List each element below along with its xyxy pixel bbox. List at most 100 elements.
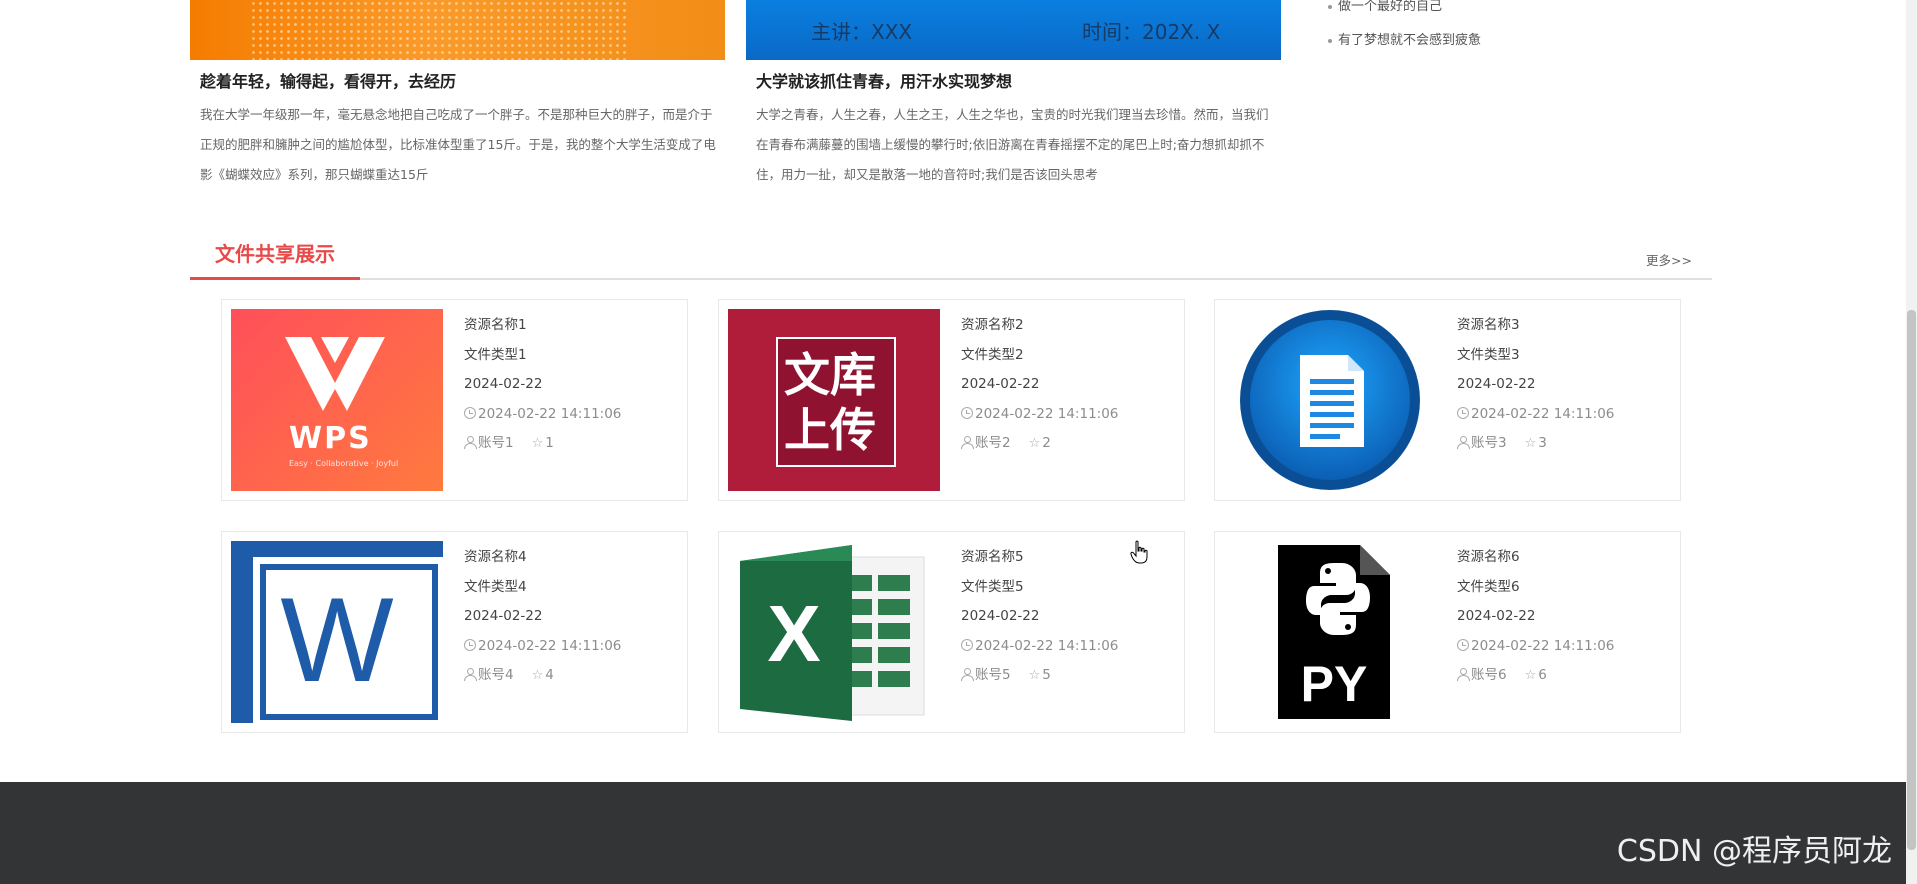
file-name[interactable]: 资源名称5	[961, 547, 1118, 577]
file-info: 资源名称2 文件类型2 2024-02-22 2024-02-22 14:11:…	[961, 315, 1118, 463]
clock-icon	[1457, 638, 1469, 651]
file-timestamp: 2024-02-22 14:11:06	[478, 405, 622, 422]
file-timestamp: 2024-02-22 14:11:06	[975, 637, 1119, 654]
banner-time: 时间：202X. X	[1082, 20, 1221, 44]
wps-tagline: Easy · Collaborative · Joyful	[289, 459, 399, 468]
clock-icon	[961, 638, 973, 651]
scrollbar-track[interactable]	[1906, 0, 1917, 884]
file-timestamp: 2024-02-22 14:11:06	[478, 637, 622, 654]
python-label: PY	[1301, 656, 1368, 712]
clock-icon	[961, 406, 973, 419]
hand-cursor-icon	[1130, 540, 1148, 564]
section-header: 文件共享展示 更多>>	[190, 232, 1712, 280]
file-type: 文件类型2	[961, 346, 1024, 363]
scrollbar-thumb[interactable]	[1907, 310, 1916, 850]
clock-icon	[1457, 406, 1469, 419]
star-icon[interactable]: ☆	[532, 434, 544, 454]
user-icon	[961, 436, 974, 449]
file-info: 资源名称3 文件类型3 2024-02-22 2024-02-22 14:11:…	[1457, 315, 1614, 463]
excel-letter: X	[767, 589, 820, 678]
file-name[interactable]: 资源名称6	[1457, 547, 1614, 577]
file-account: 账号1	[478, 435, 514, 451]
file-account: 账号6	[1471, 667, 1507, 683]
wenku-line1: 文库	[784, 348, 876, 402]
word-icon[interactable]: W	[231, 541, 443, 723]
star-icon[interactable]: ☆	[1525, 434, 1537, 454]
watermark: CSDN @程序员阿龙	[1616, 834, 1892, 869]
excel-icon[interactable]: X	[728, 541, 940, 723]
side-news-item[interactable]: 有了梦想就不会感到疲惫	[1326, 34, 1481, 68]
file-card[interactable]: W 资源名称4 文件类型4 2024-02-22 2024-02-22 14:1…	[221, 531, 688, 733]
file-stars: 3	[1538, 435, 1547, 451]
file-timestamp: 2024-02-22 14:11:06	[975, 405, 1119, 422]
file-name[interactable]: 资源名称2	[961, 315, 1118, 345]
user-icon	[464, 436, 477, 449]
more-link[interactable]: 更多>>	[1646, 250, 1692, 269]
file-date: 2024-02-22	[961, 608, 1040, 624]
wenku-line2: 上传	[784, 403, 876, 457]
file-name[interactable]: 资源名称4	[464, 547, 621, 577]
word-letter: W	[280, 573, 393, 707]
article-title[interactable]: 趁着年轻，输得起，看得开，去经历	[200, 68, 720, 96]
section-title: 文件共享展示	[190, 232, 360, 280]
user-icon	[464, 668, 477, 681]
wenku-upload-icon[interactable]: 文库 上传	[728, 309, 940, 491]
world-map-dots	[250, 0, 630, 60]
star-icon[interactable]: ☆	[532, 666, 544, 686]
side-news-item[interactable]: 做一个最好的自己	[1326, 0, 1481, 34]
file-card[interactable]: WPS Easy · Collaborative · Joyful 资源名称1 …	[221, 299, 688, 501]
excel-graphic: X	[740, 545, 925, 721]
file-stars: 6	[1538, 667, 1547, 683]
file-type: 文件类型5	[961, 578, 1024, 595]
file-name[interactable]: 资源名称1	[464, 315, 621, 345]
file-name[interactable]: 资源名称3	[1457, 315, 1614, 345]
wps-w-mark	[285, 337, 385, 411]
file-info: 资源名称5 文件类型5 2024-02-22 2024-02-22 14:11:…	[961, 547, 1118, 695]
article-excerpt: 大学之青春，人生之春，人生之王，人生之华也，宝贵的时光我们理当去珍惜。然而，当我…	[756, 107, 1269, 182]
file-info: 资源名称1 文件类型1 2024-02-22 2024-02-22 14:11:…	[464, 315, 621, 463]
file-type: 文件类型4	[464, 578, 527, 595]
user-icon	[1457, 668, 1470, 681]
star-icon[interactable]: ☆	[1029, 434, 1041, 454]
file-timestamp: 2024-02-22 14:11:06	[1471, 637, 1615, 654]
clock-icon	[464, 638, 476, 651]
file-card[interactable]: 文库 上传 资源名称2 文件类型2 2024-02-22 2024-02-22 …	[718, 299, 1185, 501]
article-card-left: 趁着年轻，输得起，看得开，去经历 我在大学一年级那一年，毫无悬念地把自己吃成了一…	[200, 68, 720, 190]
file-type: 文件类型6	[1457, 578, 1520, 595]
file-account: 账号3	[1471, 435, 1507, 451]
clock-icon	[464, 406, 476, 419]
star-icon[interactable]: ☆	[1029, 666, 1041, 686]
document-circle-graphic	[1240, 310, 1420, 490]
banner-speaker: 主讲：XXX	[811, 20, 913, 44]
wps-icon[interactable]: WPS Easy · Collaborative · Joyful	[231, 309, 443, 491]
file-stars: 1	[545, 435, 554, 451]
star-icon[interactable]: ☆	[1525, 666, 1537, 686]
article-title[interactable]: 大学就该抓住青春，用汗水实现梦想	[756, 68, 1276, 96]
file-card[interactable]: 资源名称3 文件类型3 2024-02-22 2024-02-22 14:11:…	[1214, 299, 1681, 501]
lecture-banner-image[interactable]: 主讲：XXX 时间：202X. X	[746, 0, 1281, 60]
file-card[interactable]: X 资源名称5 文件类型5 2024-02-22 2024-02-22 14:1…	[718, 531, 1185, 733]
file-account: 账号5	[975, 667, 1011, 683]
article-excerpt: 我在大学一年级那一年，毫无悬念地把自己吃成了一个胖子。不是那种巨大的胖子，而是介…	[200, 107, 716, 182]
file-card[interactable]: PY 资源名称6 文件类型6 2024-02-22 2024-02-22 14:…	[1214, 531, 1681, 733]
file-stars: 2	[1042, 435, 1051, 451]
file-type: 文件类型1	[464, 346, 527, 363]
file-date: 2024-02-22	[1457, 376, 1536, 392]
article-card-right: 大学就该抓住青春，用汗水实现梦想 大学之青春，人生之春，人生之王，人生之华也，宝…	[756, 68, 1276, 190]
document-icon[interactable]	[1224, 309, 1436, 491]
python-file-icon[interactable]: PY	[1224, 541, 1436, 723]
page: 主讲：XXX 时间：202X. X 趁着年轻，输得起，看得开，去经历 我在大学一…	[0, 0, 1917, 884]
file-timestamp: 2024-02-22 14:11:06	[1471, 405, 1615, 422]
article-banner-image[interactable]	[190, 0, 725, 60]
file-type: 文件类型3	[1457, 346, 1520, 363]
word-graphic: W	[231, 541, 443, 723]
side-news-list: 做一个最好的自己 有了梦想就不会感到疲惫	[1326, 0, 1481, 68]
file-date: 2024-02-22	[961, 376, 1040, 392]
python-file-graphic: PY	[1278, 545, 1390, 719]
footer: CSDN @程序员阿龙	[0, 782, 1906, 884]
file-stars: 5	[1042, 667, 1051, 683]
wps-wordmark: WPS	[289, 421, 372, 456]
user-icon	[1457, 436, 1470, 449]
file-stars: 4	[545, 667, 554, 683]
file-account: 账号4	[478, 667, 514, 683]
